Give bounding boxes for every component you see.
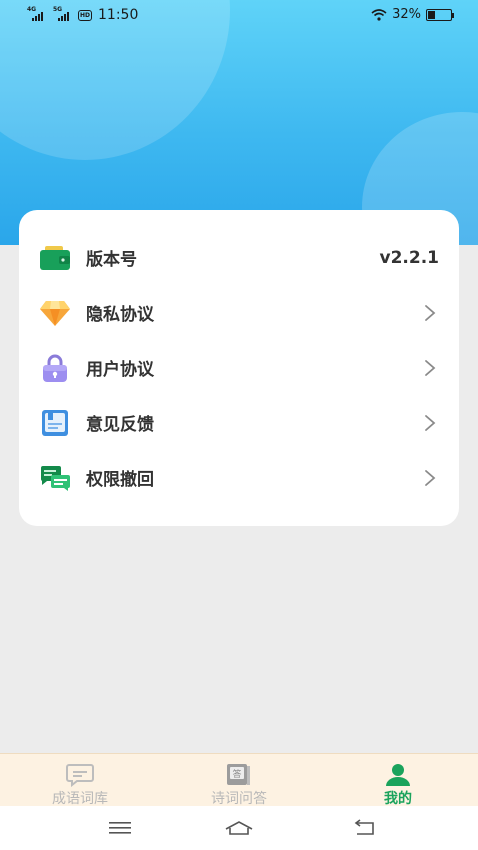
back-icon[interactable] — [349, 816, 379, 840]
battery-percent: 32% — [392, 7, 421, 22]
tab-label: 我的 — [384, 791, 412, 807]
feedback-book-icon — [39, 407, 71, 439]
header-banner — [0, 0, 478, 245]
tab-mine[interactable]: 我的 — [318, 754, 478, 807]
menu-label-permission-revoke: 权限撤回 — [86, 470, 154, 490]
chat-bubbles-icon — [39, 462, 71, 494]
menu-label-feedback: 意见反馈 — [86, 415, 154, 435]
tab-label: 成语词库 — [52, 791, 108, 807]
tab-poetry-quiz[interactable]: 答 诗词问答 — [159, 754, 319, 807]
clock: 11:50 — [98, 7, 139, 23]
wifi-icon — [371, 8, 387, 21]
battery-icon — [426, 8, 454, 21]
home-icon[interactable] — [224, 816, 254, 840]
chevron-right-icon — [425, 304, 436, 321]
message-icon — [66, 764, 94, 787]
menu-icon[interactable] — [105, 816, 135, 840]
signal-5g-icon: 5G — [52, 6, 74, 22]
svg-text:答: 答 — [232, 768, 241, 780]
answer-book-icon: 答 — [227, 764, 250, 785]
menu-row-feedback[interactable]: 意见反馈 — [19, 395, 459, 450]
tab-idiom-library[interactable]: 成语词库 — [0, 754, 160, 807]
diamond-icon — [39, 297, 71, 329]
chevron-right-icon — [425, 359, 436, 376]
hd-badge: HD — [78, 9, 93, 21]
version-value: v2.2.1 — [379, 247, 439, 268]
wallet-icon — [39, 242, 71, 274]
system-navigation-bar — [0, 806, 478, 850]
menu-row-permission-revoke[interactable]: 权限撤回 — [19, 450, 459, 505]
chevron-right-icon — [425, 414, 436, 431]
menu-row-privacy[interactable]: 隐私协议 — [19, 285, 459, 340]
menu-label-user-agreement: 用户协议 — [86, 360, 154, 380]
menu-label-privacy: 隐私协议 — [86, 305, 154, 325]
lock-icon — [39, 352, 71, 384]
menu-label-version: 版本号 — [86, 250, 137, 270]
settings-card: 版本号 v2.2.1 隐私协议 用户协议 意见反馈 权限撤回 — [19, 210, 459, 526]
tab-label: 诗词问答 — [211, 791, 267, 807]
signal-4g-icon: 4G — [26, 6, 48, 22]
chevron-right-icon — [425, 469, 436, 486]
bottom-tab-bar: 成语词库 答 诗词问答 我的 — [0, 753, 478, 807]
battery-level — [428, 10, 436, 19]
menu-row-user-agreement[interactable]: 用户协议 — [19, 340, 459, 395]
menu-row-version: 版本号 v2.2.1 — [19, 230, 459, 285]
user-icon — [386, 764, 410, 786]
status-bar: 4G 5G HD 11:50 32% — [0, 0, 478, 30]
